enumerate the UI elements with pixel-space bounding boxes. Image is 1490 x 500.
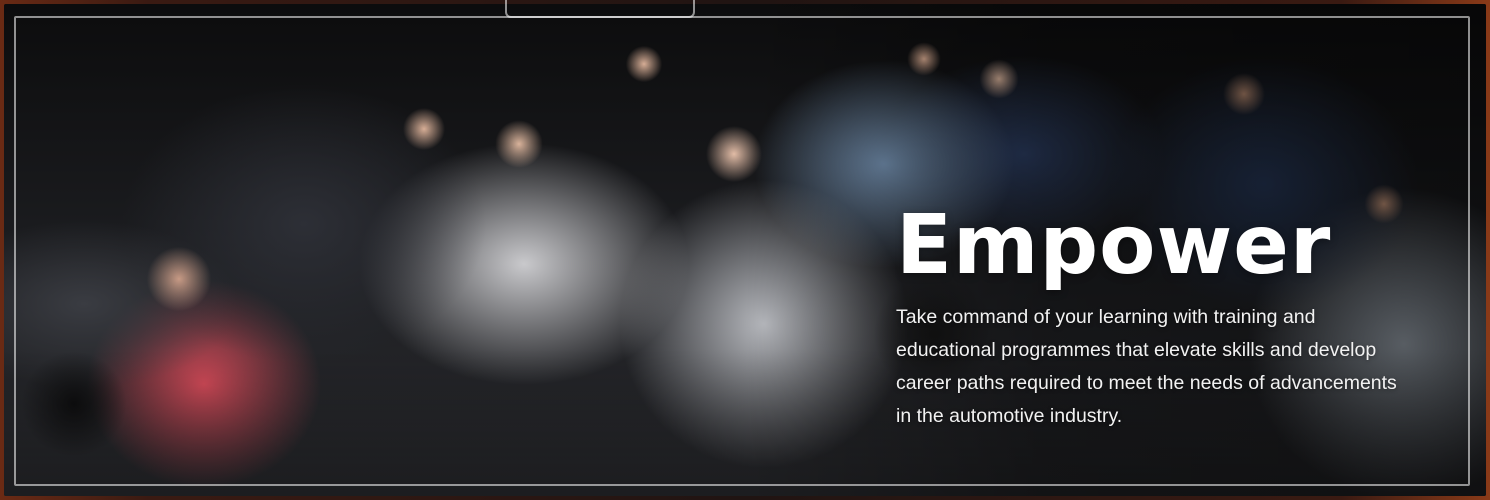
hero-banner: Empower Take command of your learning wi… bbox=[0, 0, 1490, 500]
hero-headline: Empower bbox=[896, 198, 1332, 293]
hero-description: Take command of your learning with train… bbox=[896, 306, 1397, 427]
hero-copy: Empower Take command of your learning wi… bbox=[896, 205, 1416, 433]
